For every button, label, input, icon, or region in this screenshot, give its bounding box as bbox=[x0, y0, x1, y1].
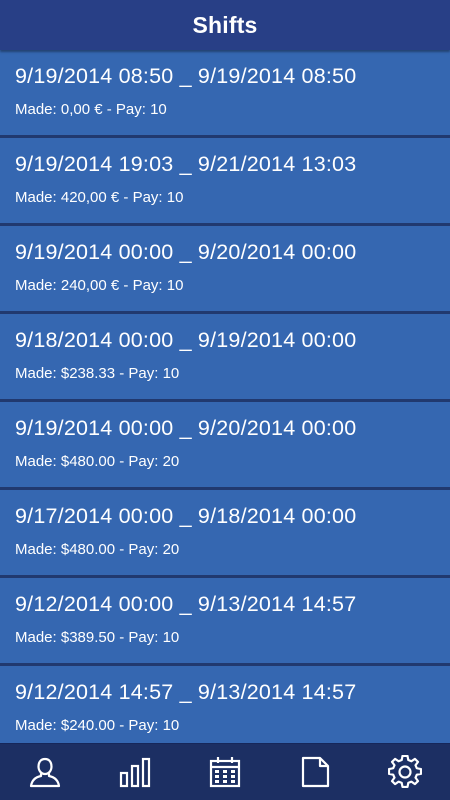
shift-list[interactable]: 9/19/2014 08:50 _ 9/19/2014 08:50 Made: … bbox=[0, 50, 450, 744]
page-title: Shifts bbox=[192, 11, 258, 38]
shift-item[interactable]: 9/19/2014 00:00 _ 9/20/2014 00:00 Made: … bbox=[0, 402, 450, 490]
bottom-nav bbox=[0, 743, 450, 800]
shift-date-range: 9/19/2014 08:50 _ 9/19/2014 08:50 bbox=[15, 64, 357, 88]
shift-date-range: 9/17/2014 00:00 _ 9/18/2014 00:00 bbox=[15, 504, 357, 528]
shift-made-pay: Made: $389.50 - Pay: 10 bbox=[15, 629, 180, 646]
shift-date-range: 9/19/2014 00:00 _ 9/20/2014 00:00 bbox=[15, 240, 357, 264]
shift-date-range: 9/12/2014 00:00 _ 9/13/2014 14:57 bbox=[15, 592, 357, 616]
bar-chart-icon bbox=[119, 757, 151, 788]
shift-item[interactable]: 9/19/2014 08:50 _ 9/19/2014 08:50 Made: … bbox=[0, 50, 450, 138]
gear-icon bbox=[388, 755, 422, 789]
shift-date-range: 9/12/2014 14:57 _ 9/13/2014 14:57 bbox=[15, 680, 357, 704]
nav-statistics-button[interactable] bbox=[105, 744, 165, 800]
shift-item[interactable]: 9/18/2014 00:00 _ 9/19/2014 00:00 Made: … bbox=[0, 314, 450, 402]
shift-made-pay: Made: 0,00 € - Pay: 10 bbox=[15, 101, 167, 118]
nav-settings-button[interactable] bbox=[375, 744, 435, 800]
nav-calendar-button[interactable] bbox=[195, 744, 255, 800]
shift-made-pay: Made: 240,00 € - Pay: 10 bbox=[15, 277, 184, 294]
shift-item[interactable]: 9/19/2014 19:03 _ 9/21/2014 13:03 Made: … bbox=[0, 138, 450, 226]
shift-item[interactable]: 9/19/2014 00:00 _ 9/20/2014 00:00 Made: … bbox=[0, 226, 450, 314]
user-icon bbox=[29, 757, 61, 788]
shift-made-pay: Made: $238.33 - Pay: 10 bbox=[15, 365, 180, 382]
shift-item[interactable]: 9/12/2014 00:00 _ 9/13/2014 14:57 Made: … bbox=[0, 578, 450, 666]
shift-made-pay: Made: $480.00 - Pay: 20 bbox=[15, 541, 180, 558]
shift-made-pay: Made: $480.00 - Pay: 20 bbox=[15, 453, 180, 470]
shift-item[interactable]: 9/12/2014 14:57 _ 9/13/2014 14:57 Made: … bbox=[0, 666, 450, 744]
shift-date-range: 9/19/2014 00:00 _ 9/20/2014 00:00 bbox=[15, 416, 357, 440]
shift-date-range: 9/18/2014 00:00 _ 9/19/2014 00:00 bbox=[15, 328, 357, 352]
shift-item[interactable]: 9/17/2014 00:00 _ 9/18/2014 00:00 Made: … bbox=[0, 490, 450, 578]
app-header: Shifts bbox=[0, 0, 450, 50]
nav-profile-button[interactable] bbox=[15, 744, 75, 800]
shift-made-pay: Made: 420,00 € - Pay: 10 bbox=[15, 189, 184, 206]
shift-made-pay: Made: $240.00 - Pay: 10 bbox=[15, 717, 180, 734]
nav-reports-button[interactable] bbox=[285, 744, 345, 800]
calendar-icon bbox=[209, 757, 241, 788]
document-icon bbox=[301, 756, 330, 788]
shift-date-range: 9/19/2014 19:03 _ 9/21/2014 13:03 bbox=[15, 152, 357, 176]
